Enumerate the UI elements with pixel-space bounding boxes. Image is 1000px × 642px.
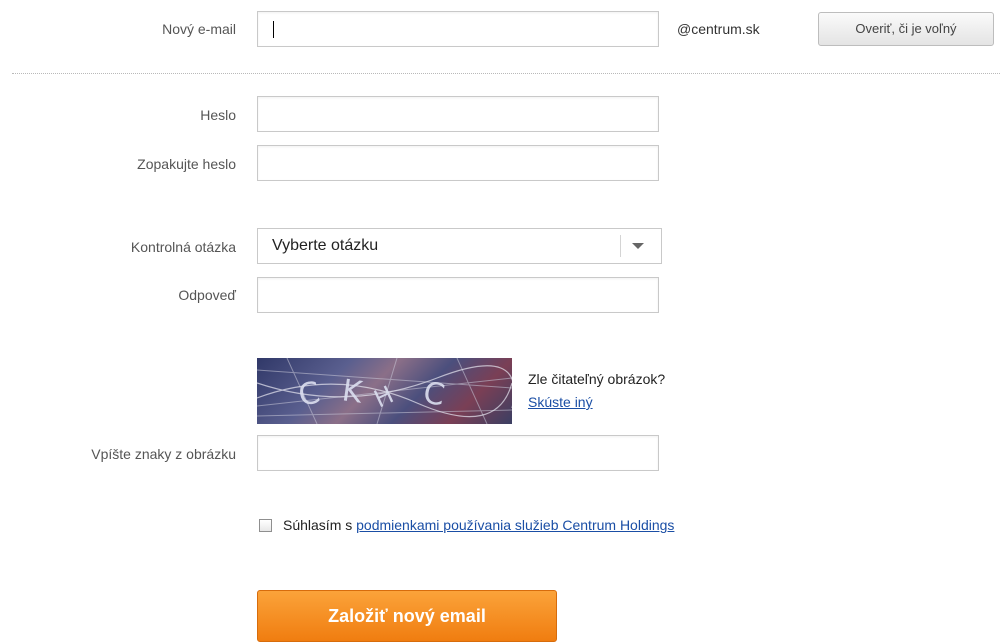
text-cursor <box>273 21 274 38</box>
svg-text:H: H <box>370 380 398 413</box>
answer-label: Odpoveď <box>178 287 236 303</box>
email-input[interactable] <box>258 12 658 46</box>
password-repeat-label: Zopakujte heslo <box>137 156 236 172</box>
captcha-refresh-link[interactable]: Skúste iný <box>528 394 593 410</box>
security-question-label: Kontrolná otázka <box>130 239 236 255</box>
answer-input[interactable] <box>258 278 658 312</box>
create-email-button[interactable]: Založiť nový email <box>257 590 557 642</box>
select-separator <box>620 235 621 257</box>
chevron-down-icon[interactable] <box>632 243 644 249</box>
captcha-image: C K H C <box>257 358 512 424</box>
captcha-input-label: Vpíšte znaky z obrázku <box>91 446 236 462</box>
check-availability-button[interactable]: Overiť, či je voľný <box>818 12 994 46</box>
password-label: Heslo <box>200 107 236 123</box>
password-repeat-field[interactable] <box>257 145 659 181</box>
terms-text: Súhlasím s podmienkami používania služie… <box>283 517 674 533</box>
email-domain: @centrum.sk <box>677 21 760 37</box>
selected-question: Vyberte otázku <box>272 237 379 254</box>
email-field[interactable] <box>257 11 659 47</box>
captcha-unreadable-text: Zle čitateľný obrázok? <box>528 371 666 387</box>
svg-text:C: C <box>295 375 323 414</box>
terms-link[interactable]: podmienkami používania služieb Centrum H… <box>356 517 674 533</box>
password-field[interactable] <box>257 96 659 132</box>
captcha-field[interactable] <box>257 435 659 471</box>
captcha-input[interactable] <box>258 436 658 470</box>
captcha-graphic: C K H C <box>257 358 512 424</box>
svg-text:C: C <box>421 375 448 413</box>
answer-field[interactable] <box>257 277 659 313</box>
password-repeat-input[interactable] <box>258 146 658 180</box>
divider <box>12 73 1000 74</box>
email-label: Nový e-mail <box>162 21 236 37</box>
security-question-select[interactable]: Vyberte otázku <box>257 228 662 264</box>
password-input[interactable] <box>258 97 658 131</box>
svg-text:K: K <box>340 373 366 411</box>
terms-prefix: Súhlasím s <box>283 517 357 533</box>
terms-checkbox[interactable] <box>259 519 272 532</box>
